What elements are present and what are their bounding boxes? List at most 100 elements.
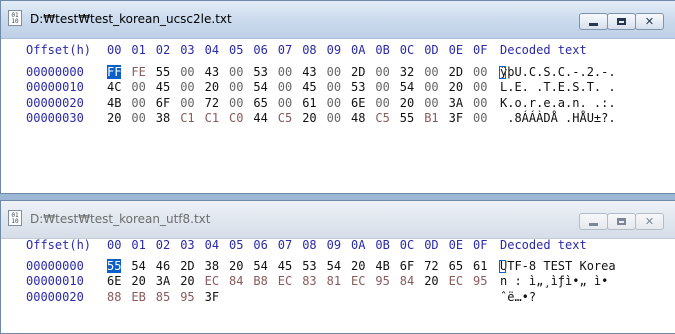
- hex-byte[interactable]: 55: [400, 111, 414, 125]
- hex-byte[interactable]: 84: [229, 274, 243, 288]
- minimize-button[interactable]: [579, 13, 608, 30]
- title-bar[interactable]: 01 10 D:₩test₩test_korean_ucsc2le.txt ✕: [1, 1, 675, 39]
- hex-byte[interactable]: 95: [473, 274, 487, 288]
- hex-byte[interactable]: C1: [180, 111, 194, 125]
- hex-byte[interactable]: 20: [302, 111, 316, 125]
- hex-byte[interactable]: 32: [400, 65, 414, 79]
- hex-byte[interactable]: 45: [156, 80, 170, 94]
- hex-byte[interactable]: 55: [156, 65, 170, 79]
- hex-byte[interactable]: 20: [229, 259, 243, 273]
- hex-byte[interactable]: 20: [351, 259, 365, 273]
- hex-byte[interactable]: 54: [400, 80, 414, 94]
- minimize-button[interactable]: [579, 213, 608, 230]
- hex-byte[interactable]: 38: [156, 111, 170, 125]
- hex-byte[interactable]: 4B: [107, 96, 121, 110]
- hex-byte[interactable]: 53: [253, 65, 267, 79]
- close-button[interactable]: ✕: [635, 213, 664, 230]
- hex-byte[interactable]: 00: [131, 80, 145, 94]
- hex-byte[interactable]: 48: [351, 111, 365, 125]
- hex-byte[interactable]: C0: [229, 111, 243, 125]
- hex-byte[interactable]: 61: [302, 96, 316, 110]
- hex-byte[interactable]: 54: [327, 259, 341, 273]
- hex-byte[interactable]: 6E: [107, 274, 121, 288]
- hex-byte[interactable]: 00: [180, 65, 194, 79]
- hex-byte[interactable]: 6F: [156, 96, 170, 110]
- hex-byte[interactable]: 00: [229, 80, 243, 94]
- hex-byte[interactable]: 00: [473, 96, 487, 110]
- hex-byte[interactable]: 3F: [205, 290, 219, 304]
- maximize-button[interactable]: [607, 213, 636, 230]
- hex-byte[interactable]: 81: [327, 274, 341, 288]
- hex-byte[interactable]: 2D: [351, 65, 365, 79]
- hex-byte[interactable]: FE: [131, 65, 145, 79]
- decoded-text[interactable]: K.o.r.e.a.n. .:.: [500, 96, 616, 110]
- hex-byte[interactable]: 43: [302, 65, 316, 79]
- hex-byte[interactable]: 45: [278, 259, 292, 273]
- hex-byte[interactable]: 54: [253, 259, 267, 273]
- row-offset[interactable]: 00000010: [26, 274, 84, 288]
- hex-byte[interactable]: 54: [131, 259, 145, 273]
- row-offset[interactable]: 00000000: [26, 259, 84, 273]
- hex-byte[interactable]: 88: [107, 290, 121, 304]
- hex-byte[interactable]: EC: [351, 274, 365, 288]
- hex-byte[interactable]: 3F: [449, 111, 463, 125]
- row-offset[interactable]: 00000020: [26, 290, 84, 304]
- hex-byte[interactable]: 4B: [375, 259, 389, 273]
- hex-byte[interactable]: 00: [229, 96, 243, 110]
- hex-byte[interactable]: 3A: [156, 274, 170, 288]
- hex-byte[interactable]: 44: [253, 111, 267, 125]
- hex-byte[interactable]: FF: [107, 65, 122, 79]
- hex-byte[interactable]: 65: [449, 259, 463, 273]
- title-bar[interactable]: 01 10 D:₩test₩test_korean_utf8.txt ✕: [1, 201, 675, 239]
- hex-byte[interactable]: 72: [205, 96, 219, 110]
- hex-byte[interactable]: 20: [107, 111, 121, 125]
- hex-byte[interactable]: 46: [156, 259, 170, 273]
- hex-byte[interactable]: 54: [253, 80, 267, 94]
- hex-byte[interactable]: 72: [424, 259, 438, 273]
- hex-byte[interactable]: 00: [278, 80, 292, 94]
- hex-byte[interactable]: 00: [473, 80, 487, 94]
- decoded-text[interactable]: n : ì„¸ìƒì•„ ì•: [500, 274, 608, 288]
- row-offset[interactable]: 00000010: [26, 80, 84, 94]
- hex-byte[interactable]: EC: [449, 274, 463, 288]
- hex-byte[interactable]: EC: [278, 274, 292, 288]
- maximize-button[interactable]: [607, 13, 636, 30]
- hex-byte[interactable]: 20: [131, 274, 145, 288]
- decoded-text[interactable]: ÿþU.C.S.C.-.2.-.: [500, 65, 616, 79]
- hex-byte[interactable]: 2D: [180, 259, 194, 273]
- hex-byte[interactable]: 00: [424, 65, 438, 79]
- hex-byte[interactable]: 4C: [107, 80, 121, 94]
- hex-byte[interactable]: 00: [375, 96, 389, 110]
- hex-byte[interactable]: 00: [327, 96, 341, 110]
- hex-byte[interactable]: B8: [253, 274, 267, 288]
- hex-byte[interactable]: C5: [278, 111, 292, 125]
- hex-byte[interactable]: 20: [449, 80, 463, 94]
- hex-byte[interactable]: 00: [375, 65, 389, 79]
- hex-byte[interactable]: B1: [424, 111, 438, 125]
- hex-byte[interactable]: 3A: [449, 96, 463, 110]
- hex-byte[interactable]: 45: [302, 80, 316, 94]
- hex-byte[interactable]: 20: [400, 96, 414, 110]
- hex-byte[interactable]: 00: [375, 80, 389, 94]
- hex-byte[interactable]: 00: [327, 80, 341, 94]
- hex-byte[interactable]: 2D: [449, 65, 463, 79]
- decoded-text[interactable]: UTF-8 TEST Korea: [500, 259, 616, 273]
- hex-byte[interactable]: 61: [473, 259, 487, 273]
- hex-byte[interactable]: 00: [473, 65, 487, 79]
- hex-byte[interactable]: 38: [205, 259, 219, 273]
- hex-byte[interactable]: 55: [107, 259, 122, 273]
- decoded-text[interactable]: L.E. .T.E.S.T. .: [500, 80, 616, 94]
- hex-byte[interactable]: 6E: [351, 96, 365, 110]
- hex-byte[interactable]: 00: [327, 65, 341, 79]
- row-offset[interactable]: 00000020: [26, 96, 84, 110]
- row-offset[interactable]: 00000000: [26, 65, 84, 79]
- close-button[interactable]: ✕: [635, 13, 664, 30]
- hex-byte[interactable]: 53: [351, 80, 365, 94]
- decoded-text[interactable]: ˆë…•?: [500, 290, 536, 304]
- hex-byte[interactable]: 00: [424, 80, 438, 94]
- hex-byte[interactable]: 00: [229, 65, 243, 79]
- hex-byte[interactable]: EB: [131, 290, 145, 304]
- hex-byte[interactable]: 53: [302, 259, 316, 273]
- hex-byte[interactable]: 00: [131, 111, 145, 125]
- hex-byte[interactable]: 43: [205, 65, 219, 79]
